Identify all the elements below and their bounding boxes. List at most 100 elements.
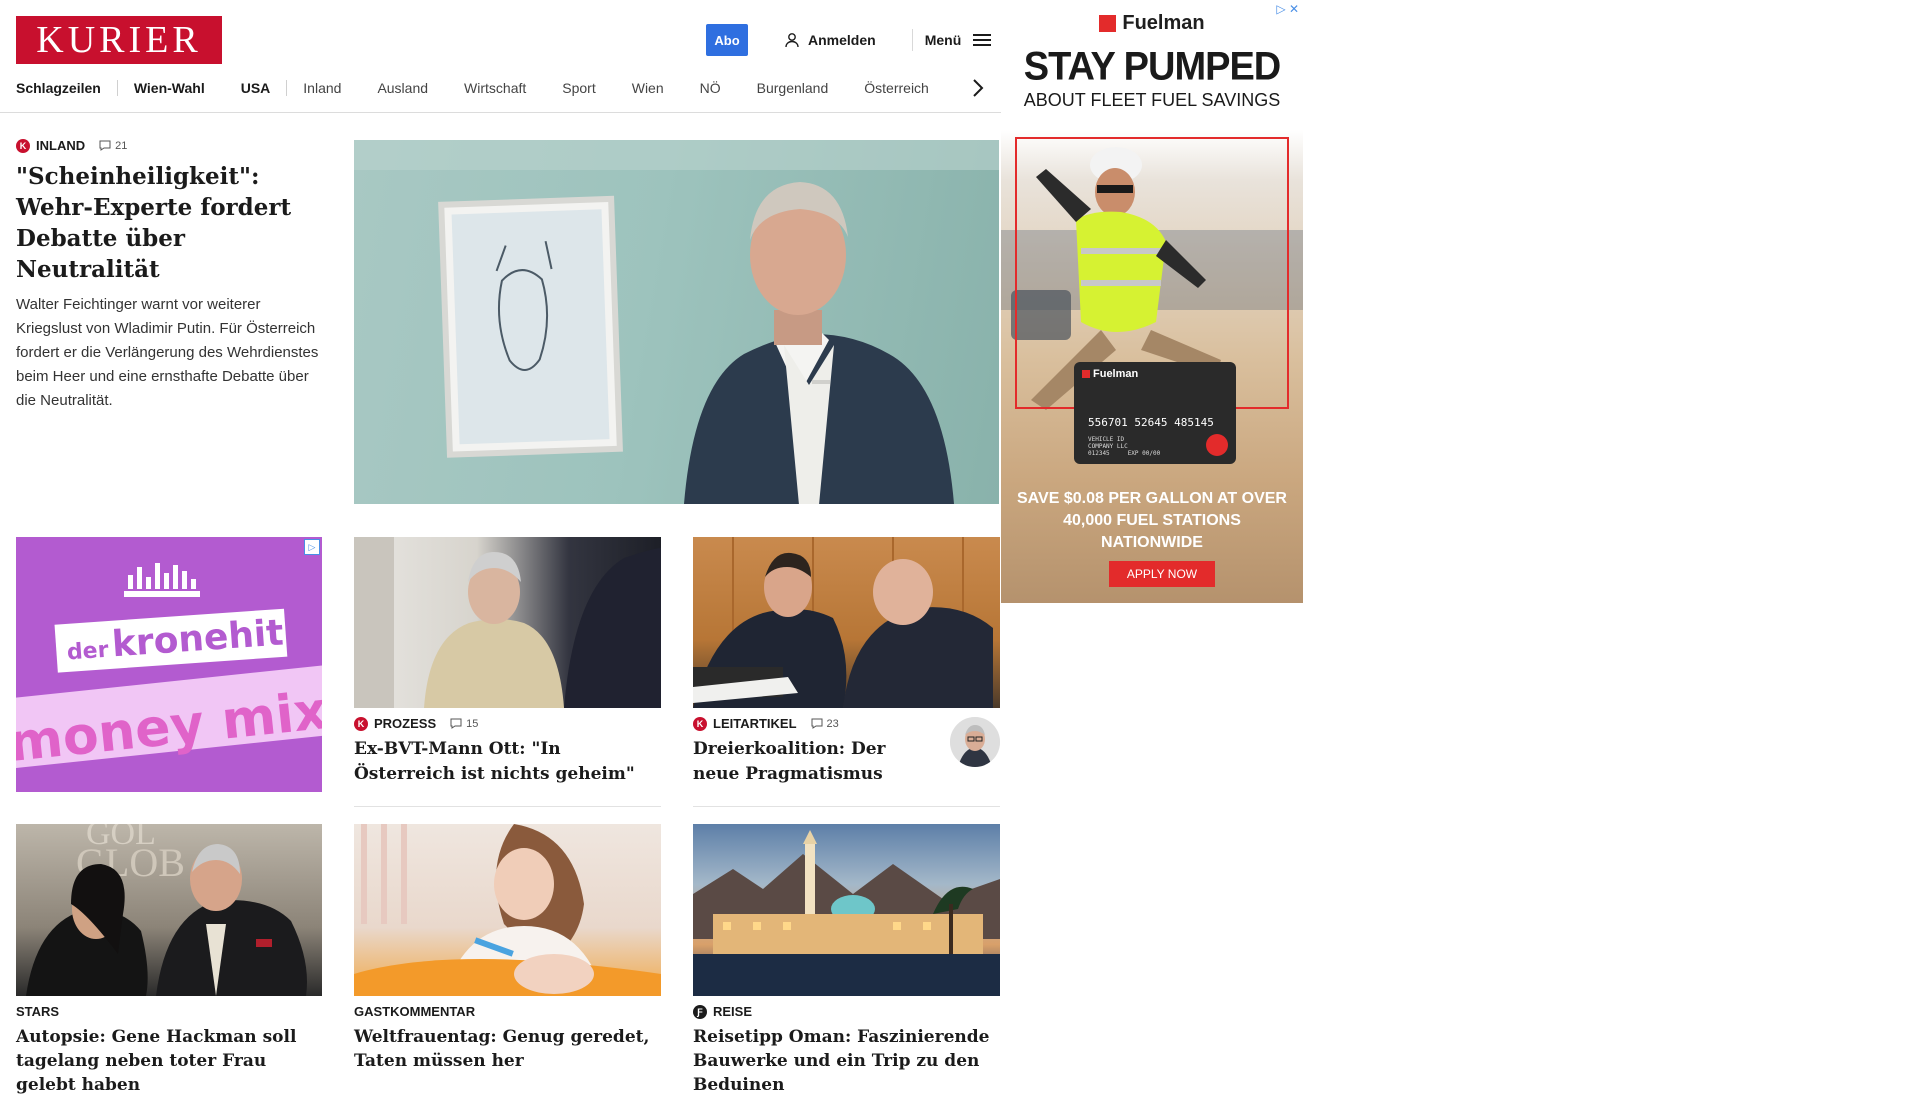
fuel-card-id: 012345 (1088, 450, 1110, 457)
nav-item-sport[interactable]: Sport (562, 80, 595, 96)
lead-comment-count: 21 (115, 139, 128, 152)
nav-item-noe[interactable]: NÖ (700, 80, 721, 96)
card-stars-image[interactable]: GOL GLOB (16, 824, 322, 996)
fuelman-headline: STAY PUMPED (1023, 44, 1281, 90)
lead-category[interactable]: INLAND (36, 138, 85, 153)
nav-scroll-right-button[interactable] (970, 76, 986, 105)
lead-article[interactable]: K INLAND 21 "Scheinheiligkeit": Wehr-Exp… (16, 138, 322, 413)
hamburger-icon (973, 34, 992, 46)
comment-icon (811, 718, 823, 729)
lead-headline[interactable]: "Scheinheiligkeit": Wehr-Experte fordert… (16, 161, 322, 285)
card-leitartikel-photo (693, 537, 993, 708)
card-gastkommentar-photo (354, 824, 661, 996)
fuelman-brand: Fuelman (1122, 12, 1205, 34)
fuel-card-line2: COMPANY LLC (1088, 443, 1128, 450)
nav-item-oesterreich[interactable]: Österreich (864, 80, 929, 96)
card-stars-kicker: STARS (16, 1004, 322, 1019)
card-gastkommentar-kicker: GASTKOMMENTAR (354, 1004, 661, 1019)
nav-item-ausland[interactable]: Ausland (377, 80, 428, 96)
nav-item-wien[interactable]: Wien (632, 80, 664, 96)
header-actions: Abo Anmelden Menü (706, 24, 992, 56)
card-reise-kicker: ƒ REISE (693, 1004, 1000, 1019)
kurier-logo[interactable]: KURIER (16, 16, 222, 64)
fuelman-apply-button[interactable]: APPLY NOW (1109, 561, 1215, 587)
fuelman-ad[interactable]: ▷ ✕ Fuelman STAY PUMPED ABOUT FLEET FUEL… (1001, 0, 1303, 603)
fuelman-logo: Fuelman (1001, 12, 1303, 35)
lead-comments[interactable]: 21 (99, 140, 127, 152)
nav-item-wien-wahl[interactable]: Wien-Wahl (134, 80, 205, 96)
card-stars[interactable]: STARS Autopsie: Gene Hackman soll tagela… (16, 1004, 322, 1097)
author-avatar[interactable] (950, 717, 1000, 767)
nav-item-wirtschaft[interactable]: Wirtschaft (464, 80, 526, 96)
card-prozess-image[interactable] (354, 537, 661, 708)
menu-label: Menü (924, 32, 962, 48)
lead-kicker: K INLAND 21 (16, 138, 322, 153)
fuelman-offer: SAVE $0.08 PER GALLON AT OVER 40,000 FUE… (1017, 490, 1287, 551)
ad-badge-icon[interactable]: ▷ (304, 539, 320, 555)
header-divider (911, 29, 913, 51)
fuel-card-brand: Fuelman (1082, 368, 1138, 380)
lead-image[interactable] (354, 140, 999, 504)
card-leitartikel-category[interactable]: LEITARTIKEL (713, 716, 797, 731)
fuelman-logo-mark (1099, 15, 1117, 32)
card-reise[interactable]: ƒ REISE Reisetipp Oman: Faszinierende Ba… (693, 1004, 1000, 1097)
freizeit-icon: ƒ (693, 1004, 707, 1019)
kronehit-ad[interactable]: ▷ der kronehit money mix (16, 537, 322, 792)
kronehit-brand-left: der (66, 637, 110, 666)
fuel-card-logo-mark (1082, 370, 1090, 378)
header-divider-line (0, 112, 1001, 113)
fuel-card-line1: VEHICLE ID (1088, 436, 1125, 443)
kurier-k-icon: K (693, 716, 707, 731)
fuel-card-chip-icon (1206, 434, 1228, 456)
chevron-right-icon (973, 79, 984, 97)
card-prozess-comments[interactable]: 15 (450, 718, 478, 730)
card-reise-photo (693, 830, 1000, 996)
fuelman-subheadline: ABOUT FLEET FUEL SAVINGS (1023, 90, 1281, 110)
author-avatar-photo (950, 717, 1000, 767)
comment-icon (450, 718, 462, 729)
card-prozess-headline[interactable]: Ex-BVT-Mann Ott: "In Österreich ist nich… (354, 737, 661, 787)
fuel-card-number: 556701 52645 485145 (1088, 416, 1214, 429)
card-stars-category[interactable]: STARS (16, 1004, 59, 1019)
lead-photo-illustration (354, 140, 999, 504)
card-leitartikel-comment-count: 23 (826, 717, 839, 730)
login-label: Anmelden (808, 32, 876, 48)
card-prozess-comment-count: 15 (466, 717, 479, 730)
card-separator (693, 806, 1000, 807)
section-nav: Schlagzeilen Wien-Wahl USA Inland Auslan… (16, 76, 929, 100)
card-prozess[interactable]: K PROZESS 15 Ex-BVT-Mann Ott: "In Österr… (354, 716, 661, 787)
kurier-k-icon: K (16, 138, 30, 153)
menu-button[interactable]: Menü (925, 32, 992, 48)
card-reise-headline[interactable]: Reisetipp Oman: Faszinierende Bauwerke u… (693, 1025, 1000, 1097)
card-leitartikel-headline[interactable]: Dreierkoalition: Der neue Pragmatismus (693, 737, 933, 787)
card-gastkommentar[interactable]: GASTKOMMENTAR Weltfrauentag: Genug gered… (354, 1004, 661, 1073)
nav-separator (116, 80, 118, 96)
fuel-card-brand-text: Fuelman (1093, 368, 1139, 380)
card-gastkommentar-category[interactable]: GASTKOMMENTAR (354, 1004, 475, 1019)
user-icon (785, 33, 799, 48)
login-button[interactable]: Anmelden (784, 32, 876, 48)
card-prozess-photo (354, 537, 661, 708)
card-leitartikel-comments[interactable]: 23 (811, 718, 839, 730)
kurier-k-icon: K (354, 716, 368, 731)
nav-item-usa[interactable]: USA (241, 80, 271, 96)
nav-item-burgenland[interactable]: Burgenland (757, 80, 829, 96)
lead-teaser: Walter Feichtinger warnt vor weiterer Kr… (16, 296, 319, 409)
card-stars-headline[interactable]: Autopsie: Gene Hackman soll tagelang neb… (16, 1025, 322, 1097)
fuel-card-details: VEHICLE ID COMPANY LLC 012345 EXP 00/00 (1088, 436, 1160, 457)
card-leitartikel-image[interactable] (693, 537, 1000, 708)
card-gastkommentar-image[interactable] (354, 824, 661, 996)
card-prozess-kicker: K PROZESS 15 (354, 716, 661, 731)
nav-separator (286, 80, 288, 96)
nav-item-inland[interactable]: Inland (303, 80, 341, 96)
card-separator (354, 806, 661, 807)
card-reise-category[interactable]: REISE (713, 1004, 752, 1019)
card-reise-image[interactable] (693, 824, 1000, 996)
card-stars-photo: GOL GLOB (26, 824, 307, 996)
card-prozess-category[interactable]: PROZESS (374, 716, 436, 731)
fuel-card-line3: 012345 EXP 00/00 (1088, 450, 1160, 457)
nav-item-schlagzeilen[interactable]: Schlagzeilen (16, 80, 101, 96)
card-gastkommentar-headline[interactable]: Weltfrauentag: Genug geredet, Taten müss… (354, 1025, 661, 1073)
comment-icon (99, 140, 111, 151)
abo-button[interactable]: Abo (706, 24, 748, 56)
